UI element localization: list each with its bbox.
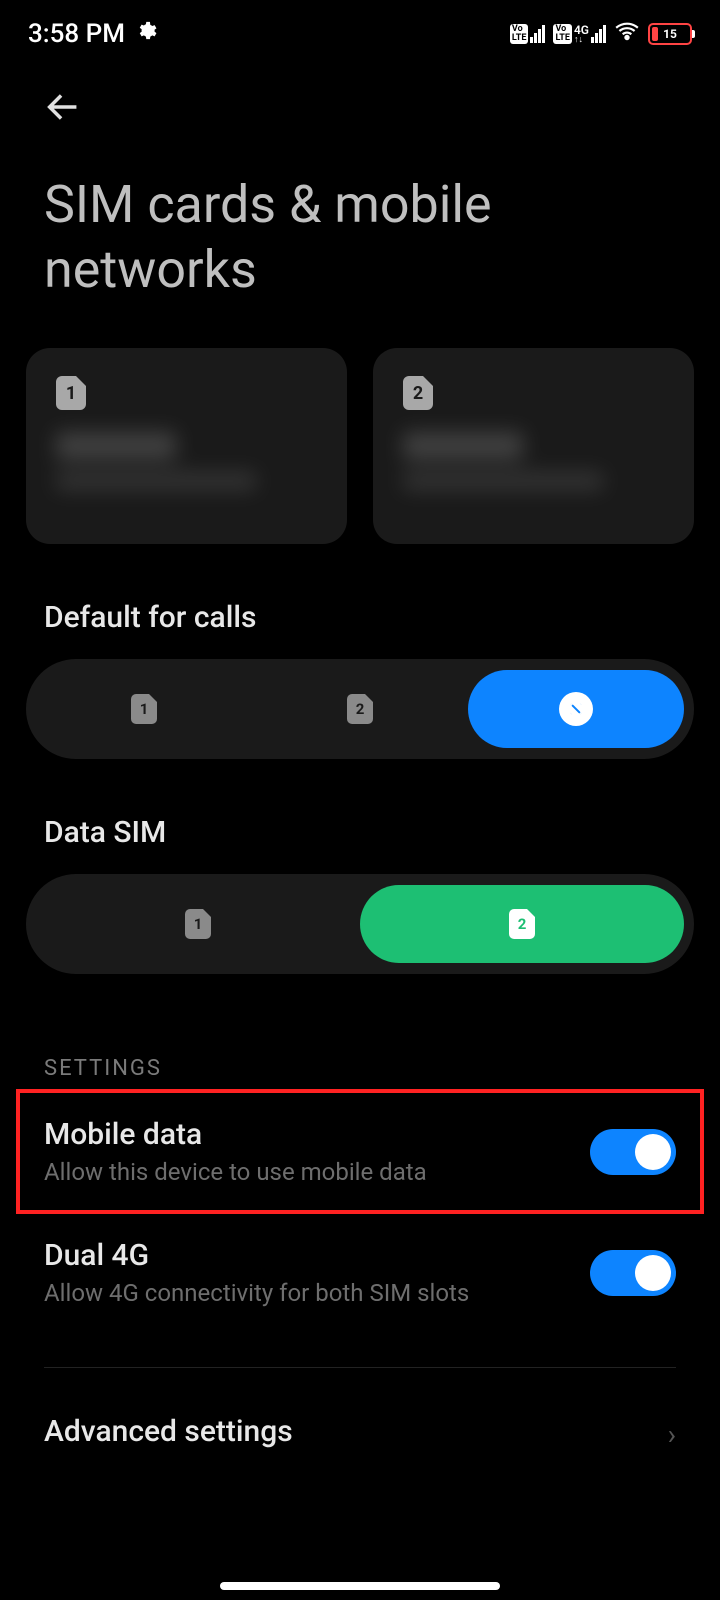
dual-4g-toggle[interactable] — [590, 1250, 676, 1296]
chevron-right-icon: › — [668, 1418, 676, 1451]
wifi-icon — [614, 18, 640, 51]
mobile-data-title: Mobile data — [44, 1117, 590, 1152]
status-left: 3:58 PM — [28, 19, 157, 49]
data-sim-selector: 1 2 — [26, 874, 694, 974]
sim-chip-icon: 2 — [509, 909, 535, 939]
default-calls-label: Default for calls — [0, 544, 720, 659]
dual-4g-subtitle: Allow 4G connectivity for both SIM slots — [44, 1279, 590, 1307]
page-title: SIM cards & mobile networks — [0, 144, 720, 348]
status-bar: 3:58 PM Vo LTE Vo LTE 4G ↑↓ — [0, 0, 720, 56]
sim1-volte-icon: Vo LTE — [510, 24, 546, 44]
sim-chip-icon: 1 — [131, 694, 157, 724]
data-sim-label: Data SIM — [0, 759, 720, 874]
data-sim-sim2[interactable]: 2 — [360, 885, 684, 963]
default-calls-selector: 1 2 — [26, 659, 694, 759]
status-right: Vo LTE Vo LTE 4G ↑↓ — [510, 18, 692, 51]
sim-card-2[interactable]: 2 — [373, 348, 694, 544]
sim-chip-icon: 2 — [347, 694, 373, 724]
data-sim-sim1[interactable]: 1 — [36, 885, 360, 963]
status-time: 3:58 PM — [28, 19, 125, 49]
default-calls-ask[interactable] — [468, 670, 684, 748]
mobile-data-row[interactable]: Mobile data Allow this device to use mob… — [18, 1091, 702, 1212]
home-indicator[interactable] — [220, 1582, 500, 1590]
sim-chip-icon: 2 — [403, 376, 433, 410]
battery-icon: 15 — [648, 23, 692, 45]
mobile-data-toggle[interactable] — [590, 1129, 676, 1175]
dual-4g-row[interactable]: Dual 4G Allow 4G connectivity for both S… — [0, 1212, 720, 1333]
mobile-data-subtitle: Allow this device to use mobile data — [44, 1158, 590, 1186]
default-calls-sim1[interactable]: 1 — [36, 670, 252, 748]
dual-4g-title: Dual 4G — [44, 1238, 590, 1273]
back-button[interactable] — [0, 56, 720, 144]
default-calls-sim2[interactable]: 2 — [252, 670, 468, 748]
sim-chip-icon: 1 — [56, 376, 86, 410]
advanced-settings-row[interactable]: Advanced settings › — [0, 1368, 720, 1455]
sim2-volte-icon: Vo LTE 4G ↑↓ — [553, 24, 606, 45]
not-set-icon — [559, 692, 593, 726]
sim-info-redacted — [56, 432, 317, 490]
dual-4g-text: Dual 4G Allow 4G connectivity for both S… — [44, 1238, 590, 1307]
sim-cards-row: 1 2 — [0, 348, 720, 544]
sim-chip-icon: 1 — [185, 909, 211, 939]
gear-icon — [135, 19, 157, 49]
mobile-data-text: Mobile data Allow this device to use mob… — [44, 1117, 590, 1186]
advanced-settings-title: Advanced settings — [44, 1414, 293, 1449]
sim-card-1[interactable]: 1 — [26, 348, 347, 544]
sim-info-redacted — [403, 432, 664, 490]
settings-section-header: SETTINGS — [0, 974, 720, 1091]
